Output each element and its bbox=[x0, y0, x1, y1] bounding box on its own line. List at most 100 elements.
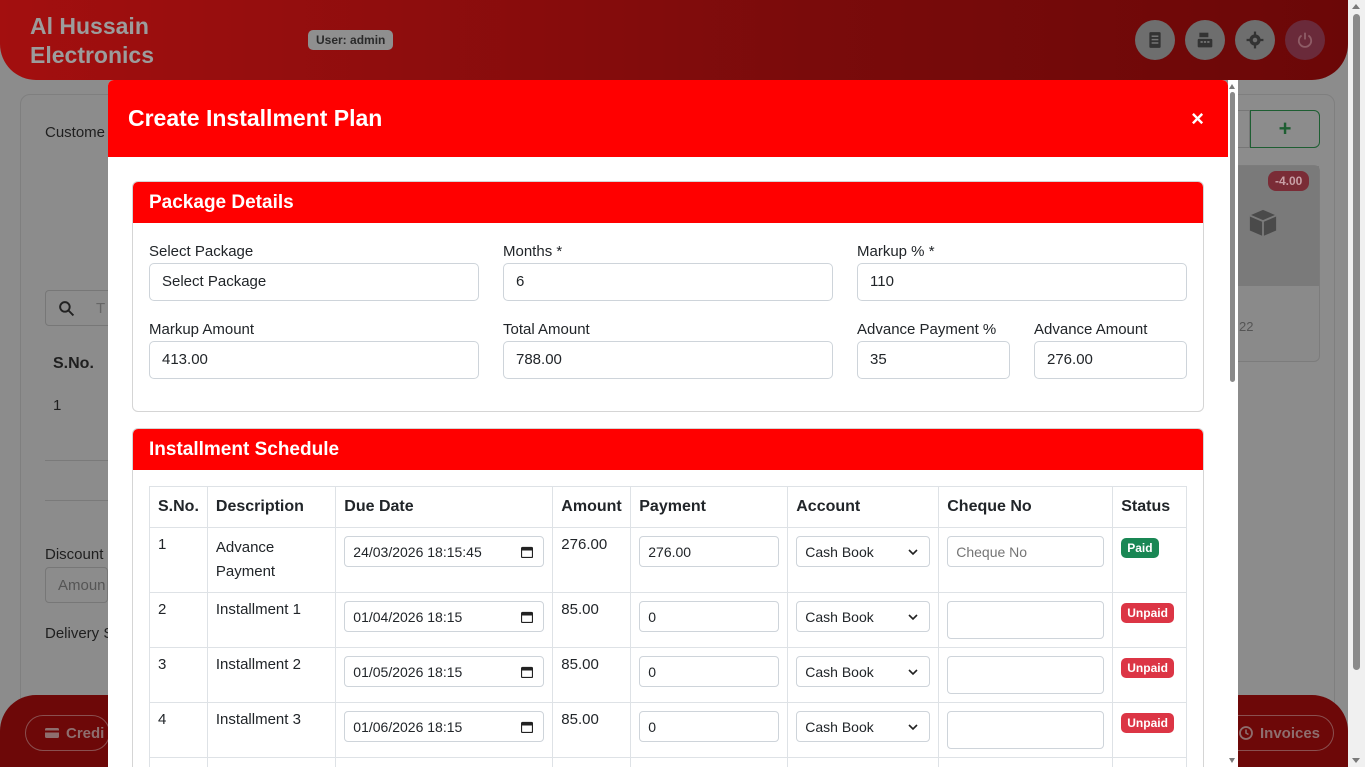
column-header: S.No. bbox=[149, 486, 208, 528]
advance-amount-input[interactable]: 276.00 bbox=[1034, 341, 1187, 379]
status-badge-paid: Paid bbox=[1121, 538, 1159, 558]
modal-scroll-up-arrow[interactable] bbox=[1229, 84, 1235, 89]
scroll-down-arrow[interactable] bbox=[1352, 758, 1360, 763]
cheque-cell: Cheque No bbox=[938, 527, 1114, 593]
cheque-input[interactable]: Cheque No bbox=[947, 536, 1105, 567]
cash-register-button[interactable] bbox=[1185, 20, 1225, 60]
settings-button[interactable] bbox=[1235, 20, 1275, 60]
due-date-input[interactable]: 01/04/2026 18:15 bbox=[344, 601, 545, 632]
scrollbar-thumb[interactable] bbox=[1353, 14, 1360, 670]
calendar-icon[interactable] bbox=[521, 666, 534, 678]
add-product-button[interactable]: + bbox=[1250, 110, 1320, 148]
account-cell: Cash Book bbox=[787, 647, 940, 703]
account-value: Cash Book bbox=[805, 664, 874, 680]
select-package-dropdown[interactable]: Select Package bbox=[149, 263, 479, 301]
due-date-input[interactable]: 01/06/2026 18:15 bbox=[344, 711, 545, 742]
installment-schedule-section: Installment Schedule S.No. Description D… bbox=[132, 428, 1204, 767]
select-package-label: Select Package bbox=[149, 243, 254, 260]
markup-percent-label: Markup % * bbox=[857, 243, 935, 260]
account-select[interactable]: Cash Book bbox=[796, 601, 931, 632]
installment-plan-modal: Create Installment Plan × Package Detail… bbox=[108, 80, 1228, 767]
sno-cell: 3 bbox=[149, 647, 208, 703]
account-select[interactable]: Cash Book bbox=[796, 711, 931, 742]
invoices-button[interactable]: Invoices bbox=[1238, 715, 1334, 751]
payment-input[interactable]: 0 bbox=[639, 711, 780, 742]
column-header: Due Date bbox=[335, 486, 554, 528]
cheque-cell bbox=[938, 592, 1114, 648]
modal-scrollbar-thumb[interactable] bbox=[1230, 92, 1235, 382]
account-select[interactable]: Cash Book bbox=[796, 656, 931, 687]
history-icon bbox=[1239, 726, 1253, 740]
column-header: Cheque No bbox=[938, 486, 1114, 528]
calendar-icon[interactable] bbox=[521, 721, 534, 733]
advance-amount-label: Advance Amount bbox=[1034, 321, 1148, 338]
due-date-value: 01/05/2026 18:15 bbox=[353, 664, 463, 680]
close-button[interactable]: × bbox=[1191, 106, 1204, 132]
modal-scrollbar[interactable] bbox=[1228, 80, 1238, 767]
months-label: Months * bbox=[503, 243, 563, 260]
search-placeholder: T bbox=[96, 300, 106, 317]
cheque-input[interactable] bbox=[947, 601, 1105, 639]
discount-amount-input[interactable]: Amoun bbox=[45, 567, 108, 603]
amount-cell: 85.00 bbox=[552, 702, 632, 758]
total-amount-input[interactable]: 788.00 bbox=[503, 341, 833, 379]
gear-icon bbox=[1246, 31, 1264, 49]
due-date-cell: 01/04/2026 18:15 bbox=[335, 592, 554, 648]
divider bbox=[45, 500, 108, 501]
amount-cell: 85.00 bbox=[552, 647, 632, 703]
status-badge-unpaid: Unpaid bbox=[1121, 713, 1174, 733]
calendar-icon[interactable] bbox=[521, 611, 534, 623]
due-date-input[interactable]: 24/03/2026 18:15:45 bbox=[344, 536, 545, 567]
chevron-down-icon bbox=[908, 669, 918, 676]
months-input[interactable]: 6 bbox=[503, 263, 833, 301]
modal-scroll-down-arrow[interactable] bbox=[1229, 758, 1235, 763]
cheque-input[interactable] bbox=[947, 656, 1105, 694]
installment-schedule-table: S.No. Description Due Date Amount Paymen… bbox=[149, 486, 1187, 767]
scroll-up-arrow[interactable] bbox=[1352, 4, 1360, 9]
brand-line-1: Al Hussain bbox=[30, 13, 149, 39]
table-header-row: S.No. Description Due Date Amount Paymen… bbox=[149, 486, 1187, 528]
account-value: Cash Book bbox=[805, 544, 874, 560]
receipt-button[interactable] bbox=[1135, 20, 1175, 60]
credit-button[interactable]: Credi bbox=[25, 715, 110, 751]
due-date-cell: 24/03/2026 18:15:45 bbox=[335, 527, 554, 593]
total-amount-label: Total Amount bbox=[503, 321, 590, 338]
status-cell: Unpaid bbox=[1112, 592, 1187, 648]
logout-button[interactable] bbox=[1285, 20, 1325, 60]
payment-input[interactable]: 0 bbox=[639, 601, 780, 632]
account-cell: Cash Book bbox=[787, 527, 940, 593]
amount-cell: 276.00 bbox=[552, 527, 632, 593]
payment-input[interactable]: 276.00 bbox=[639, 536, 780, 567]
modal-title: Create Installment Plan bbox=[128, 105, 383, 131]
payment-cell: 0 bbox=[630, 647, 789, 703]
cash-register-icon bbox=[1197, 32, 1213, 48]
due-date-input[interactable]: 01/05/2026 18:15 bbox=[344, 656, 545, 687]
sno-cell: 2 bbox=[149, 592, 208, 648]
delivery-label: Delivery S bbox=[45, 625, 114, 642]
markup-amount-input[interactable]: 413.00 bbox=[149, 341, 479, 379]
column-header: Status bbox=[1112, 486, 1187, 528]
status-cell: Paid bbox=[1112, 527, 1187, 593]
discount-placeholder: Amoun bbox=[58, 577, 106, 594]
status-cell: Unpaid bbox=[1112, 647, 1187, 703]
advance-percent-input[interactable]: 35 bbox=[857, 341, 1010, 379]
page-scrollbar[interactable] bbox=[1348, 0, 1365, 767]
column-header: Payment bbox=[630, 486, 789, 528]
brand-line-2: Electronics bbox=[30, 42, 154, 68]
table-row: 2 Installment 1 01/04/2026 18:15 85.00 0… bbox=[149, 592, 1187, 648]
markup-percent-input[interactable]: 110 bbox=[857, 263, 1187, 301]
due-date-cell: 01/05/2026 18:15 bbox=[335, 647, 554, 703]
sno-cell: 4 bbox=[149, 702, 208, 758]
receipt-icon bbox=[1149, 32, 1161, 48]
payment-cell: 0 bbox=[630, 702, 789, 758]
product-search-input[interactable]: T bbox=[86, 290, 110, 326]
package-details-header: Package Details bbox=[133, 182, 1203, 223]
description-cell: Installment 2 bbox=[206, 647, 337, 703]
sno-cell: 1 bbox=[149, 527, 208, 593]
account-select[interactable]: Cash Book bbox=[796, 536, 931, 567]
calendar-icon[interactable] bbox=[521, 546, 534, 558]
cheque-input[interactable] bbox=[947, 711, 1105, 749]
payment-input[interactable]: 0 bbox=[639, 656, 780, 687]
search-button[interactable] bbox=[45, 290, 87, 326]
table-row bbox=[149, 757, 1187, 767]
